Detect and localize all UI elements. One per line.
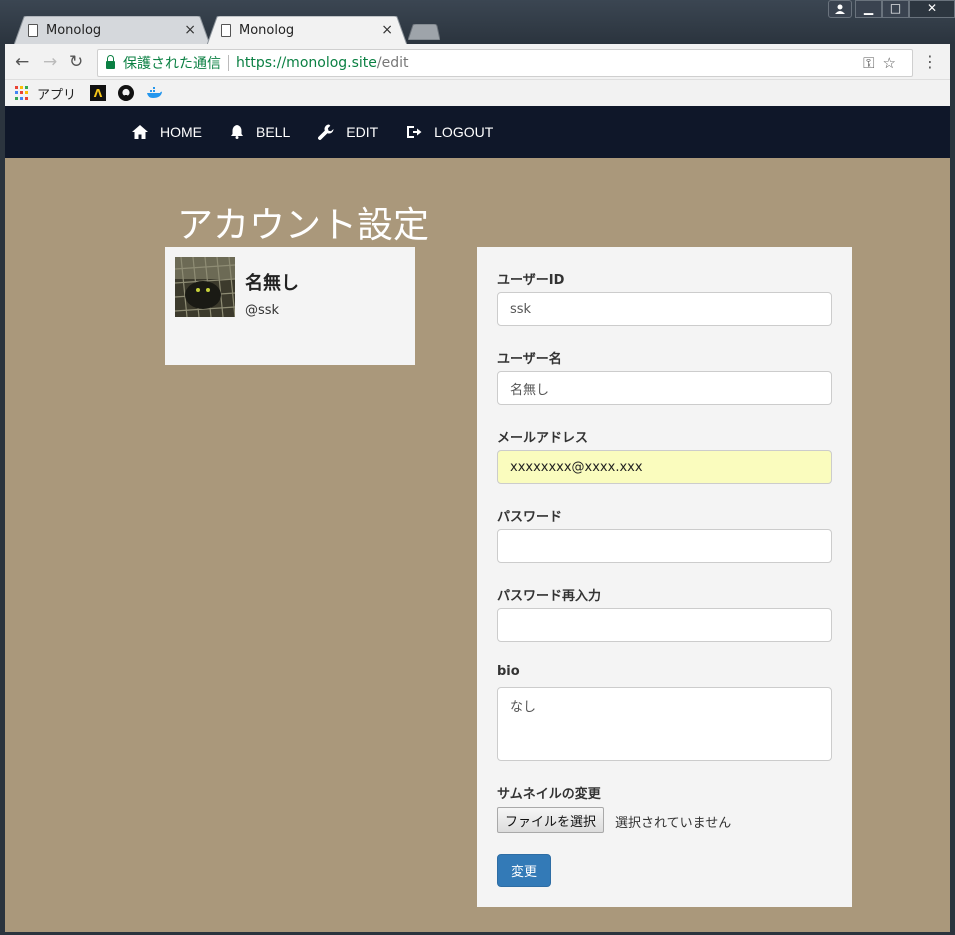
docker-whale-icon[interactable]	[146, 85, 163, 101]
password-input[interactable]	[497, 529, 832, 563]
bookmark-apps-label[interactable]: アプリ	[37, 84, 76, 103]
page-title: アカウント設定	[177, 205, 430, 246]
bell-icon	[231, 125, 243, 139]
bookmarks-bar: アプリ Λ	[5, 80, 950, 106]
url-host: https://monolog.site	[236, 55, 377, 71]
bookmark-lambda-icon[interactable]: Λ	[90, 85, 107, 101]
profile-name: 名無し	[245, 273, 299, 294]
nav-home[interactable]: HOME	[132, 124, 202, 140]
profile-card: 名無し @ssk	[165, 247, 415, 365]
url-path: /edit	[376, 55, 409, 71]
star-icon[interactable]: ☆	[883, 54, 904, 72]
tab-shape-active	[207, 16, 407, 45]
window-controls: ▁ □ ✕	[828, 0, 955, 18]
wrench-icon	[318, 124, 334, 140]
browser-tab-1[interactable]: Monolog ×	[14, 16, 210, 45]
profile-handle: @ssk	[245, 303, 280, 318]
bio-label: bio	[497, 664, 520, 679]
browser-menu-icon[interactable]: ⋮	[922, 52, 938, 71]
nav-bell[interactable]: BELL	[230, 124, 290, 140]
new-tab-button[interactable]	[408, 24, 440, 40]
secure-indicator[interactable]: 保護された通信	[106, 53, 221, 73]
site-viewport: HOME BELL EDIT LOGOUT アカウント設定 名無し @ssk ユ…	[5, 106, 950, 932]
password-confirm-label: パスワード再入力	[497, 589, 602, 604]
bio-textarea[interactable]: なし	[497, 687, 832, 761]
nav-logout-label: LOGOUT	[434, 124, 494, 140]
nav-logout[interactable]: LOGOUT	[406, 124, 493, 140]
user-profile-icon[interactable]	[828, 0, 852, 18]
submit-button[interactable]: 変更	[497, 854, 551, 887]
user-id-input[interactable]: ssk	[497, 292, 832, 326]
maximize-button[interactable]: □	[882, 0, 909, 18]
apps-grid-icon[interactable]	[15, 86, 29, 100]
back-arrow-icon[interactable]: ←	[15, 52, 29, 72]
site-navbar: HOME BELL EDIT LOGOUT	[5, 106, 950, 158]
tab-shape	[14, 16, 210, 45]
secure-label: 保護された通信	[123, 56, 221, 72]
lock-icon	[106, 55, 115, 69]
nav-edit-label: EDIT	[346, 124, 379, 140]
user-name-input[interactable]: 名無し	[497, 371, 832, 405]
password-confirm-input[interactable]	[497, 608, 832, 642]
user-id-label: ユーザーID	[497, 273, 565, 288]
logout-icon	[407, 126, 422, 138]
address-separator	[228, 55, 229, 71]
thumbnail-label: サムネイルの変更	[497, 787, 601, 802]
email-label: メールアドレス	[497, 431, 589, 446]
github-icon[interactable]	[118, 85, 135, 101]
minimize-button[interactable]: ▁	[855, 0, 882, 18]
browser-tab-2-active[interactable]: Monolog ×	[207, 16, 407, 45]
key-icon[interactable]: ⚿	[863, 54, 882, 72]
file-status-text: 選択されていません	[615, 816, 732, 831]
forward-arrow-icon[interactable]: →	[43, 52, 57, 72]
password-label: パスワード	[497, 510, 563, 525]
avatar-cat-photo	[175, 257, 235, 317]
address-bar[interactable]: 保護された通信 https://monolog.site /edit ⚿☆	[97, 49, 913, 77]
page-icon	[221, 24, 231, 37]
nav-bell-label: BELL	[256, 124, 291, 140]
tab-close-icon[interactable]: ×	[381, 22, 393, 38]
window-titlebar: Monolog × Monolog × ▁ □ ✕	[0, 0, 955, 45]
nav-home-label: HOME	[160, 124, 202, 140]
reload-icon[interactable]: ↻	[69, 52, 83, 72]
address-actions: ⚿☆	[863, 54, 904, 72]
page-icon	[28, 24, 38, 37]
tab-title: Monolog	[46, 23, 102, 38]
tab-title: Monolog	[239, 23, 295, 38]
avatar[interactable]	[175, 257, 235, 317]
close-window-button[interactable]: ✕	[909, 0, 955, 18]
home-icon	[132, 125, 148, 139]
account-settings-form: ユーザーID ssk ユーザー名 名無し メールアドレス xxxxxxxx@xx…	[477, 247, 852, 907]
file-select-button[interactable]: ファイルを選択	[497, 807, 605, 833]
window-frame-right	[950, 44, 955, 935]
browser-toolbar: ← → ↻ 保護された通信 https://monolog.site /edit…	[5, 44, 950, 80]
user-name-label: ユーザー名	[497, 352, 562, 367]
email-input[interactable]: xxxxxxxx@xxxx.xxx	[497, 450, 832, 484]
tab-close-icon[interactable]: ×	[184, 22, 196, 38]
nav-edit[interactable]: EDIT	[318, 124, 378, 140]
